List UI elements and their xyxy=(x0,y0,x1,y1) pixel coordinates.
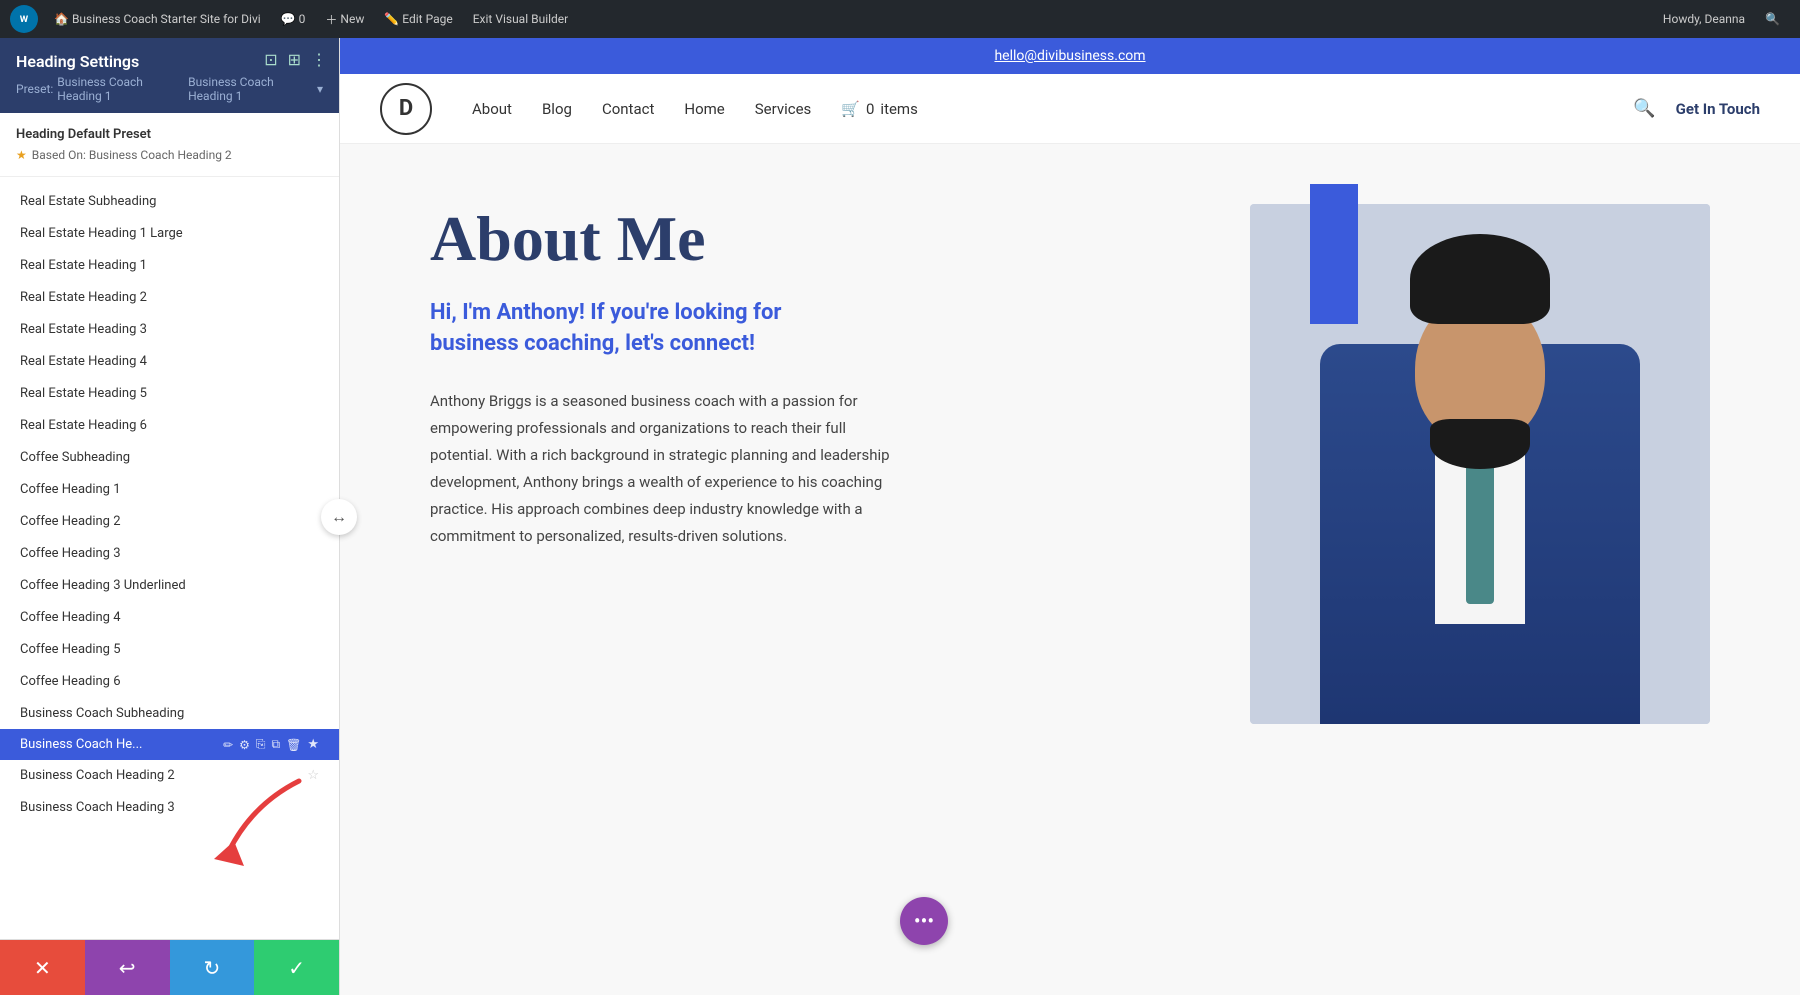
person-beard xyxy=(1430,419,1530,469)
chevron-down-icon: ▾ xyxy=(317,82,323,96)
new-item[interactable]: ＋ New xyxy=(315,0,374,38)
preset-real-estate-heading-1-large[interactable]: Real Estate Heading 1 Large ⋮ xyxy=(0,217,339,249)
content-left: About Me Hi, I'm Anthony! If you're look… xyxy=(430,184,1190,724)
preset-real-estate-subheading[interactable]: Real Estate Subheading ⋮ xyxy=(0,185,339,217)
accent-rect xyxy=(1310,184,1358,324)
preset-real-estate-heading-1[interactable]: Real Estate Heading 1 ⋮ xyxy=(0,249,339,281)
howdy-item[interactable]: Howdy, Deanna xyxy=(1653,0,1755,38)
nav-about[interactable]: About xyxy=(472,100,512,118)
about-title: About Me xyxy=(430,204,1190,274)
wp-logo[interactable]: W xyxy=(10,5,38,33)
search-icon[interactable]: 🔍 xyxy=(1633,98,1655,119)
website-area: hello@divibusiness.com D About Blog Cont… xyxy=(340,38,1800,995)
cart-items-label: items xyxy=(880,100,917,118)
site-name-item[interactable]: 🏠 Business Coach Starter Site for Divi xyxy=(44,0,271,38)
default-preset-section: Heading Default Preset ★ Based On: Busin… xyxy=(0,113,339,177)
preset-coffee-heading-5[interactable]: Coffee Heading 5 ⋮ xyxy=(0,633,339,665)
nav-contact[interactable]: Contact xyxy=(602,100,654,118)
edit-page-item[interactable]: ✏️ Edit Page xyxy=(374,0,462,38)
site-logo[interactable]: D xyxy=(380,83,432,135)
gear-icon[interactable]: ⚙ xyxy=(239,738,250,752)
redo-button[interactable]: ↻ xyxy=(170,940,255,995)
preset-real-estate-heading-2[interactable]: Real Estate Heading 2 ⋮ xyxy=(0,281,339,313)
default-preset-based: ★ Based On: Business Coach Heading 2 xyxy=(16,148,323,162)
preset-real-estate-heading-6[interactable]: Real Estate Heading 6 ⋮ xyxy=(0,409,339,441)
grid-icon[interactable]: ⊞ xyxy=(288,50,301,69)
nav-services[interactable]: Services xyxy=(755,100,812,118)
nav-right: 🔍 Get In Touch xyxy=(1633,98,1760,119)
panel-subtitle: Preset: Business Coach Heading 1 Busines… xyxy=(16,75,323,103)
main-layout: ⊡ ⊞ ⋮ Heading Settings Preset: Business … xyxy=(0,38,1800,995)
about-body: Anthony Briggs is a seasoned business co… xyxy=(430,388,910,550)
content-right xyxy=(1250,184,1710,724)
content-wrapper: About Me Hi, I'm Anthony! If you're look… xyxy=(370,144,1770,764)
cart-count: 0 xyxy=(866,100,874,118)
site-main: About Me Hi, I'm Anthony! If you're look… xyxy=(340,144,1800,995)
site-nav: D About Blog Contact Home Services 🛒 0 i… xyxy=(340,74,1800,144)
person-hair xyxy=(1410,234,1550,324)
preset-coffee-heading-3[interactable]: Coffee Heading 3 ⋮ xyxy=(0,537,339,569)
preset-business-coach-heading-3[interactable]: Business Coach Heading 3 ⋮ xyxy=(0,791,339,823)
default-preset-title: Heading Default Preset xyxy=(16,127,323,142)
preset-list: Real Estate Subheading ⋮ Real Estate Hea… xyxy=(0,177,339,831)
nav-cta[interactable]: Get In Touch xyxy=(1676,100,1760,118)
nav-cart[interactable]: 🛒 0 items xyxy=(841,100,918,118)
admin-bar-right: Howdy, Deanna 🔍 xyxy=(1653,0,1790,38)
undo-button[interactable]: ↩ xyxy=(85,940,170,995)
wp-icon: 🏠 xyxy=(54,12,69,26)
nav-blog[interactable]: Blog xyxy=(542,100,572,118)
copy-icon[interactable]: ⎘ xyxy=(256,737,266,752)
trash-icon[interactable]: 🗑 xyxy=(286,738,301,752)
pencil-icon: ✏️ xyxy=(384,12,399,26)
save-button[interactable]: ✓ xyxy=(254,940,339,995)
star-icon: ★ xyxy=(16,148,27,162)
left-panel: ⊡ ⊞ ⋮ Heading Settings Preset: Business … xyxy=(0,38,340,995)
preset-coffee-heading-1[interactable]: Coffee Heading 1 ⋮ xyxy=(0,473,339,505)
panel-header: ⊡ ⊞ ⋮ Heading Settings Preset: Business … xyxy=(0,38,339,113)
preset-business-coach-subheading[interactable]: Business Coach Subheading ⋮ xyxy=(0,697,339,729)
panel-body[interactable]: Heading Default Preset ★ Based On: Busin… xyxy=(0,113,339,939)
nav-links: About Blog Contact Home Services 🛒 0 ite… xyxy=(472,100,918,118)
preset-business-coach-heading-2[interactable]: Business Coach Heading 2 ☆ xyxy=(0,760,339,791)
fullscreen-icon[interactable]: ⊡ xyxy=(264,50,277,69)
star-empty-icon[interactable]: ☆ xyxy=(307,768,319,783)
preset-coffee-heading-6[interactable]: Coffee Heading 6 ⋮ xyxy=(0,665,339,697)
email-link[interactable]: hello@divibusiness.com xyxy=(994,48,1145,64)
plus-icon: ＋ xyxy=(325,11,337,28)
panel-header-icons: ⊡ ⊞ ⋮ xyxy=(264,50,327,69)
cart-icon: 🛒 xyxy=(841,100,860,118)
exit-visual-builder-item[interactable]: Exit Visual Builder xyxy=(463,0,579,38)
admin-bar: W 🏠 Business Coach Starter Site for Divi… xyxy=(0,0,1800,38)
nav-home[interactable]: Home xyxy=(684,100,724,118)
comments-item[interactable]: 💬 0 xyxy=(271,0,316,38)
dots-icon[interactable]: ⋮ xyxy=(311,50,327,69)
edit-icon[interactable]: ✏ xyxy=(223,738,233,752)
preset-coffee-heading-3-underlined[interactable]: Coffee Heading 3 Underlined ⋮ xyxy=(0,569,339,601)
preset-real-estate-heading-5[interactable]: Real Estate Heading 5 ⋮ xyxy=(0,377,339,409)
panel-toggle-btn[interactable]: ↔ xyxy=(321,499,357,535)
cancel-button[interactable]: ✕ xyxy=(0,940,85,995)
floating-dots-btn[interactable]: ••• xyxy=(900,897,948,945)
preset-coffee-heading-2[interactable]: Coffee Heading 2 ⋮ xyxy=(0,505,339,537)
preset-coffee-heading-4[interactable]: Coffee Heading 4 ⋮ xyxy=(0,601,339,633)
preset-coffee-subheading[interactable]: Coffee Subheading ⋮ xyxy=(0,441,339,473)
dots-label: ••• xyxy=(914,909,934,933)
comment-icon: 💬 xyxy=(281,12,296,26)
active-item-actions: ✏ ⚙ ⎘ ⧉ 🗑 ★ xyxy=(223,737,319,752)
svg-text:W: W xyxy=(20,14,29,25)
preset-dropdown-label: Business Coach Heading 1 ▾ xyxy=(188,75,323,103)
preset-business-coach-heading-1-active[interactable]: Business Coach He... ✏ ⚙ ⎘ ⧉ 🗑 ★ xyxy=(0,729,339,760)
email-bar: hello@divibusiness.com xyxy=(340,38,1800,74)
preset-real-estate-heading-4[interactable]: Real Estate Heading 4 ⋮ xyxy=(0,345,339,377)
admin-search-btn[interactable]: 🔍 xyxy=(1755,0,1790,38)
preset-real-estate-heading-3[interactable]: Real Estate Heading 3 ⋮ xyxy=(0,313,339,345)
duplicate-icon[interactable]: ⧉ xyxy=(272,737,281,752)
panel-bottom: ✕ ↩ ↻ ✓ xyxy=(0,939,339,995)
star-filled-icon[interactable]: ★ xyxy=(307,737,319,752)
about-subtitle: Hi, I'm Anthony! If you're looking for b… xyxy=(430,298,850,360)
